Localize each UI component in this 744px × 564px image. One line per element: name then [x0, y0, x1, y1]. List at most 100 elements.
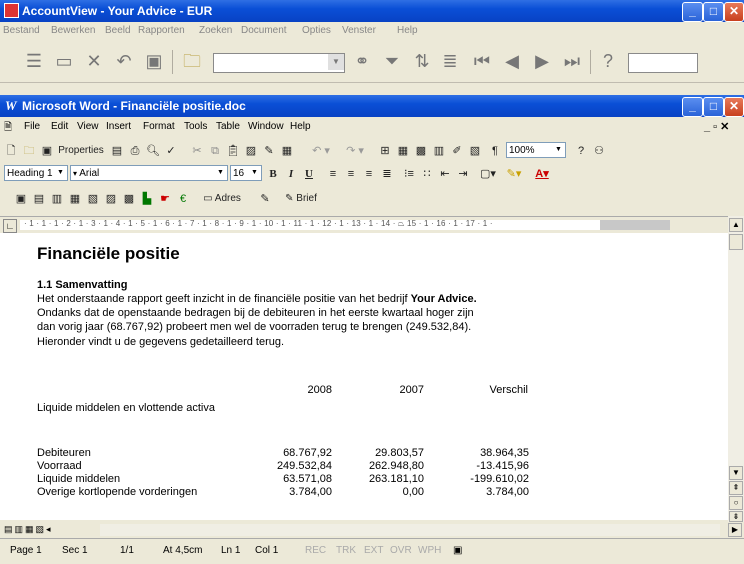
menu-tools[interactable]: Tools	[184, 121, 207, 132]
scroll-down-icon[interactable]: ▼	[729, 466, 743, 480]
chart-icon[interactable]: ▙	[140, 191, 154, 207]
scroll-track[interactable]	[100, 524, 720, 536]
zoom-select[interactable]: 100% ▼	[506, 142, 566, 158]
numbering-icon[interactable]: ⁝≡	[402, 166, 416, 182]
help-icon[interactable]: ?	[596, 49, 620, 73]
document-icon[interactable]: 🗎	[4, 120, 12, 137]
font-color-icon[interactable]: A▾	[530, 166, 554, 182]
field-icon[interactable]: ▨	[104, 191, 118, 207]
quick-entry-field[interactable]	[628, 53, 698, 73]
undo-icon[interactable]: ↶	[112, 49, 136, 73]
save-icon[interactable]: ▣	[142, 49, 166, 73]
insert-picture-icon[interactable]: ▨	[244, 143, 258, 159]
align-left-icon[interactable]: ≡	[326, 166, 340, 182]
menu-opties[interactable]: Opties	[302, 25, 331, 36]
menu-venster[interactable]: Venster	[342, 25, 376, 36]
hand-icon[interactable]: ☛	[158, 191, 172, 207]
status-ext[interactable]: EXT	[364, 545, 383, 556]
menu-window[interactable]: Window	[248, 121, 284, 132]
horizontal-scrollbar[interactable]: ▤▥▦▧◂ ▶	[0, 522, 744, 538]
menu-help[interactable]: Help	[290, 121, 311, 132]
tab-stop-icon[interactable]: ∟	[3, 219, 17, 233]
chevron-down-icon[interactable]: ▼	[249, 167, 260, 179]
insert-table-icon[interactable]: ▦	[396, 143, 410, 159]
status-ovr[interactable]: OVR	[390, 545, 412, 556]
columns-icon[interactable]: ▥	[432, 143, 446, 159]
spelling-icon[interactable]: ✓	[164, 143, 178, 159]
insert-excel-icon[interactable]: ▩	[414, 143, 428, 159]
search-combo[interactable]: ▼	[213, 53, 345, 73]
scroll-right-icon[interactable]: ▶	[728, 523, 742, 537]
tables-borders-icon[interactable]: ⊞	[378, 143, 392, 159]
chevron-down-icon[interactable]: ▼	[215, 167, 226, 179]
new-icon[interactable]: 🗋	[4, 143, 18, 159]
adres-button[interactable]: ▭ Adres	[194, 191, 250, 207]
print-preview-icon[interactable]: 🔍︎	[146, 143, 160, 159]
delete-icon[interactable]: ✕	[82, 49, 106, 73]
sort-icon[interactable]: ⇅	[410, 49, 434, 73]
document-map-icon[interactable]: ▧	[468, 143, 482, 159]
paste-icon[interactable]: 📋︎	[226, 143, 240, 159]
word-close-button[interactable]: ✕	[724, 97, 744, 117]
filter-icon[interactable]: ⏷	[380, 49, 404, 73]
bullets-icon[interactable]: ∷	[420, 166, 434, 182]
field-icon[interactable]: ▤	[32, 191, 46, 207]
format-painter-icon[interactable]: ✎	[262, 143, 276, 159]
redo-icon[interactable]: ↷ ▾	[340, 143, 370, 159]
style-select[interactable]: Heading 1 ▼	[4, 165, 68, 181]
next-record-icon[interactable]: ▶	[530, 49, 554, 73]
menu-help[interactable]: Help	[397, 25, 418, 36]
menu-document[interactable]: Document	[241, 25, 287, 36]
new-document-icon[interactable]: ▭	[52, 49, 76, 73]
justify-icon[interactable]: ≣	[380, 166, 394, 182]
menu-file[interactable]: File	[24, 121, 40, 132]
previous-record-icon[interactable]: ◀	[500, 49, 524, 73]
menu-beeld[interactable]: Beeld	[105, 25, 131, 36]
align-right-icon[interactable]: ≡	[362, 166, 376, 182]
list-icon[interactable]: ☰	[22, 49, 46, 73]
view-buttons-icon[interactable]: ▤▥▦▧◂	[4, 524, 53, 535]
italic-button[interactable]: I	[284, 166, 298, 182]
decrease-indent-icon[interactable]: ⇤	[438, 166, 452, 182]
first-record-icon[interactable]: ⏮	[470, 49, 494, 73]
open-icon[interactable]: 🗀	[22, 143, 36, 159]
maximize-button[interactable]: □	[703, 2, 724, 22]
chevron-down-icon[interactable]: ▼	[553, 144, 564, 156]
underline-button[interactable]: U	[302, 166, 316, 182]
folder-icon[interactable]: ▤	[110, 143, 124, 159]
previous-page-icon[interactable]: ⇞	[729, 481, 743, 495]
show-hide-icon[interactable]: ¶	[488, 143, 502, 159]
menu-bewerken[interactable]: Bewerken	[51, 25, 95, 36]
increase-indent-icon[interactable]: ⇥	[456, 166, 470, 182]
field-icon[interactable]: ▩	[122, 191, 136, 207]
properties-button[interactable]: Properties	[56, 143, 106, 159]
spelling-status-icon[interactable]: ▣	[453, 545, 462, 556]
word-maximize-button[interactable]: □	[703, 97, 724, 117]
highlight-icon[interactable]: ✎▾	[502, 166, 526, 182]
font-size-select[interactable]: 16 ▼	[230, 165, 262, 181]
drawing-icon[interactable]: ✐	[450, 143, 464, 159]
copy-icon[interactable]: ⧉	[208, 143, 222, 159]
chevron-down-icon[interactable]: ▼	[55, 167, 66, 179]
field-icon[interactable]: ▥	[50, 191, 64, 207]
status-trk[interactable]: TRK	[336, 545, 356, 556]
format-icon[interactable]: ≣	[438, 49, 462, 73]
status-rec[interactable]: REC	[305, 545, 326, 556]
menu-bestand[interactable]: Bestand	[3, 25, 40, 36]
scroll-thumb[interactable]	[729, 234, 743, 250]
print-icon[interactable]: ⎙	[128, 143, 142, 159]
select-browse-object-icon[interactable]: ○	[729, 496, 743, 510]
align-center-icon[interactable]: ≡	[344, 166, 358, 182]
menu-zoeken[interactable]: Zoeken	[199, 25, 232, 36]
word-minimize-button[interactable]: _	[682, 97, 703, 117]
borders-icon[interactable]: ▢▾	[476, 166, 500, 182]
next-page-icon[interactable]: ⇟	[729, 511, 743, 522]
minimize-button[interactable]: _	[682, 2, 703, 22]
scroll-up-icon[interactable]: ▲	[729, 218, 743, 232]
chevron-down-icon[interactable]: ▼	[328, 54, 344, 70]
binoculars-icon[interactable]: ⚭	[350, 49, 374, 73]
font-select[interactable]: ▾ Arial ▼	[70, 165, 228, 181]
bold-button[interactable]: B	[266, 166, 280, 182]
menu-view[interactable]: View	[77, 121, 99, 132]
menu-table[interactable]: Table	[216, 121, 240, 132]
